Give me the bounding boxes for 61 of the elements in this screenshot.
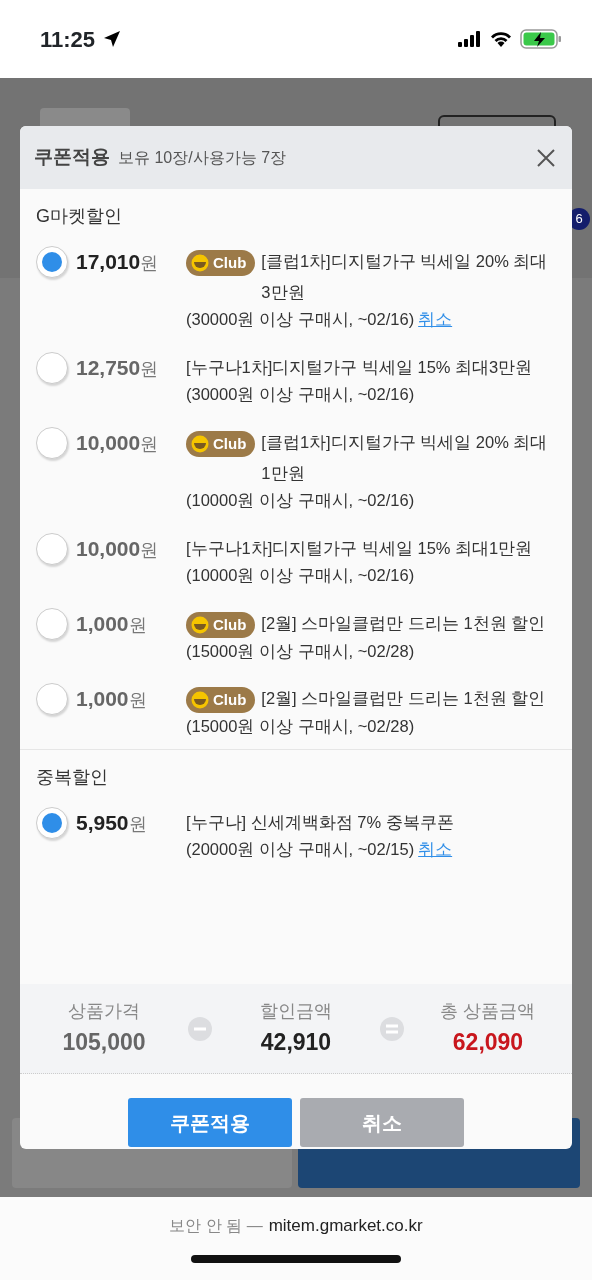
coupon-description: [클럽1차]디지털가구 빅세일 20% 최대3만원 (261, 251, 549, 303)
summary-value: 42,910 (259, 1027, 333, 1057)
coupon-condition: (15000원 이상 구매시, ~02/28) (186, 640, 416, 662)
smiley-icon (191, 435, 209, 454)
summary-value: 62,090 (451, 1027, 525, 1057)
summary-label: 상품가격 (67, 999, 141, 1023)
url-domain[interactable]: mitem.gmarket.co.kr (268, 1213, 423, 1239)
coupon-condition: (10000원 이상 구매시, ~02/16) (186, 490, 416, 512)
cancel-link[interactable]: 취소 (418, 840, 453, 859)
radio-button[interactable] (36, 683, 68, 716)
radio-button[interactable] (36, 351, 68, 384)
coupon-condition: (10000원 이상 구매시, ~02/16) (186, 565, 416, 587)
coupon-description: [누구나1차]디지털가구 빅세일 15% 최대3만원 (186, 356, 534, 378)
close-button[interactable] (536, 147, 556, 168)
coupon-amount: 10,000원 (76, 535, 160, 562)
coupon-description: [누구나1차]디지털가구 빅세일 15% 최대1만원 (186, 537, 534, 559)
coupon-amount: 17,010원 (76, 249, 160, 275)
coupon-condition: (20000원 이상 구매시, ~02/15) (186, 840, 415, 859)
smiley-icon (191, 254, 209, 272)
club-label: Club (213, 253, 247, 273)
coupon-amount: 1,000원 (76, 686, 148, 713)
coupon-description: [2월] 스마일클럽만 드리는 1천원 할인 (261, 613, 547, 635)
battery-charging-icon (520, 29, 562, 49)
equals-icon (380, 1016, 404, 1041)
smiley-icon (191, 616, 209, 635)
security-label: 보안 안 됨 — (169, 1216, 263, 1236)
cancel-link[interactable]: 취소 (418, 310, 453, 329)
coupon-description: [2월] 스마일클럽만 드리는 1천원 할인 (261, 688, 547, 710)
summary-value: 105,000 (61, 1027, 147, 1057)
coupon-amount: 10,000원 (76, 430, 160, 457)
coupon-description: [클럽1차]디지털가구 빅세일 20% 최대1만원 (261, 432, 549, 484)
radio-button[interactable] (36, 806, 68, 839)
club-label: Club (213, 615, 247, 636)
radio-button[interactable] (36, 427, 68, 460)
wifi-icon (490, 31, 512, 47)
coupon-amount: 12,750원 (76, 354, 160, 381)
coupon-count: 보유 10장/사용가능 7장 (118, 147, 287, 168)
radio-button[interactable] (36, 532, 68, 565)
coupon-amount: 1,000원 (76, 611, 148, 638)
cancel-button[interactable]: 취소 (300, 1098, 464, 1147)
section-title: 중복할인 (35, 765, 109, 789)
coupon-description: [누구나] 신세계백화점 7% 중복쿠폰 (186, 811, 455, 833)
clock-time: 11:25 (40, 25, 96, 54)
coupon-condition: (15000원 이상 구매시, ~02/28) (186, 715, 416, 737)
close-icon (536, 147, 556, 168)
club-label: Club (213, 434, 247, 455)
coupon-condition: (30000원 이상 구매시, ~02/16) (186, 310, 415, 329)
apply-button[interactable]: 쿠폰적용 (128, 1098, 292, 1147)
dialog-title: 쿠폰적용 (34, 145, 110, 170)
radio-button[interactable] (36, 608, 68, 641)
section-title: G마켓할인 (35, 205, 123, 228)
coupon-condition: (30000원 이상 구매시, ~02/16) (186, 384, 416, 406)
coupon-amount: 5,950원 (76, 809, 148, 836)
radio-button[interactable] (36, 246, 68, 278)
smiley-icon (191, 691, 209, 710)
minus-icon (188, 1016, 212, 1041)
summary-label: 총 상품금액 (439, 999, 537, 1023)
location-arrow-icon (103, 30, 122, 48)
club-label: Club (213, 690, 247, 711)
signal-icon (458, 31, 482, 47)
summary-label: 할인금액 (259, 999, 333, 1023)
